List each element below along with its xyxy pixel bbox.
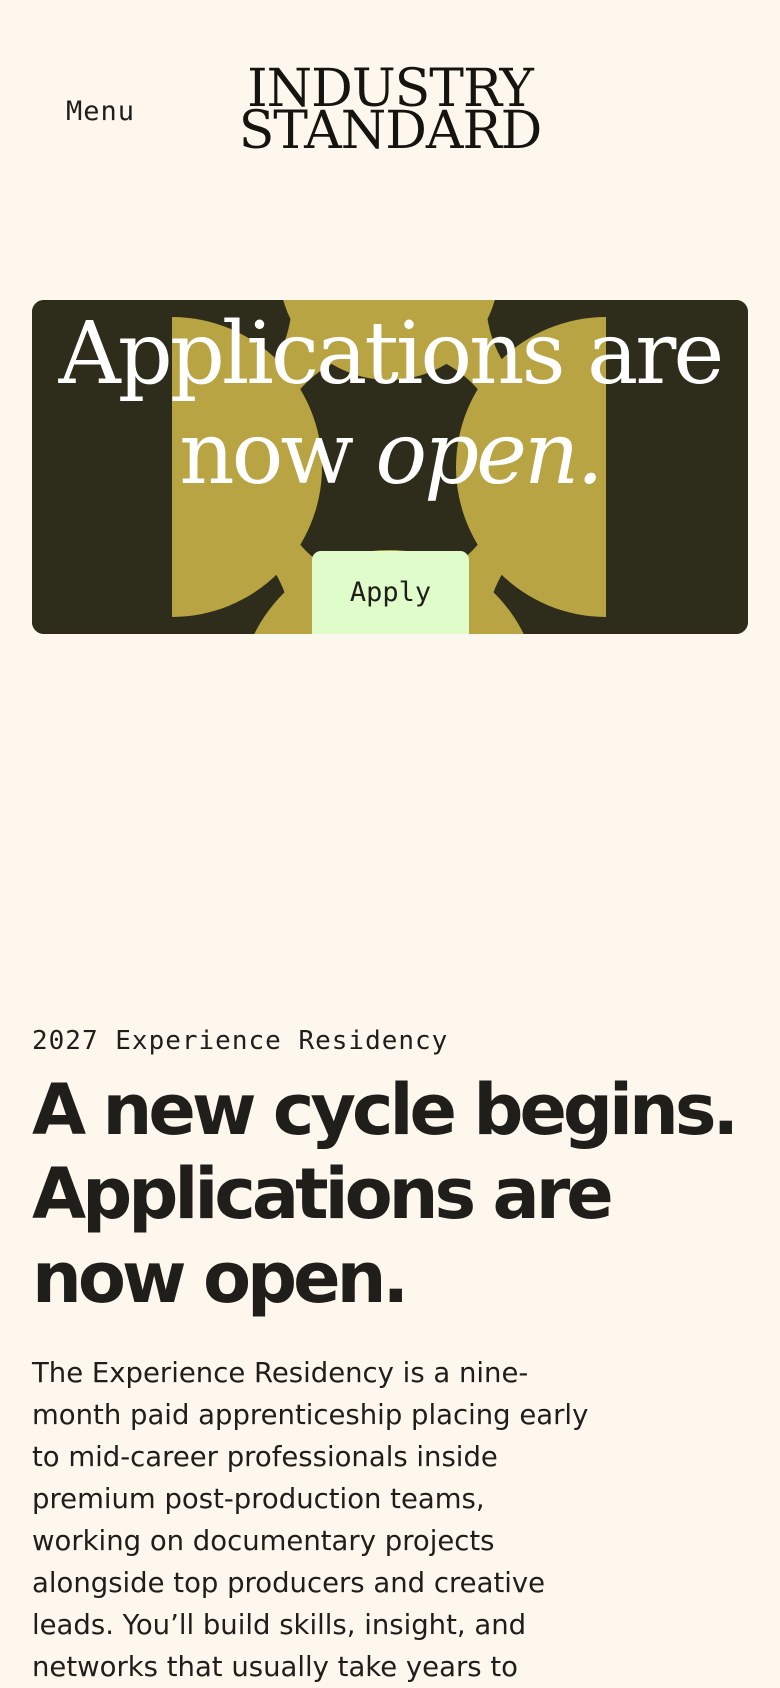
section-headline: A new cycle begins. Applications are now… (32, 1069, 739, 1319)
section-eyebrow: 2027 Experience Residency (32, 1026, 449, 1056)
logo-line-2: STANDARD (238, 101, 543, 161)
hero-title-line-1: Applications are (58, 304, 725, 404)
menu-button[interactable]: Menu (66, 96, 135, 127)
section-body: The Experience Residency is a nine-month… (32, 1357, 589, 1683)
hero-title-emphasis: open. (375, 404, 603, 504)
site-header: Menu INDUSTRY STANDARD (0, 0, 780, 230)
hero-title: Applications are now open. (32, 304, 748, 504)
residency-intro: 2027 Experience Residency A new cycle be… (32, 1026, 748, 1688)
hero-banner: Applications are now open. Apply (32, 300, 748, 634)
apply-button[interactable]: Apply (312, 551, 469, 634)
site-logo[interactable]: INDUSTRY STANDARD (210, 63, 570, 161)
hero-title-line-2: now (179, 404, 376, 504)
